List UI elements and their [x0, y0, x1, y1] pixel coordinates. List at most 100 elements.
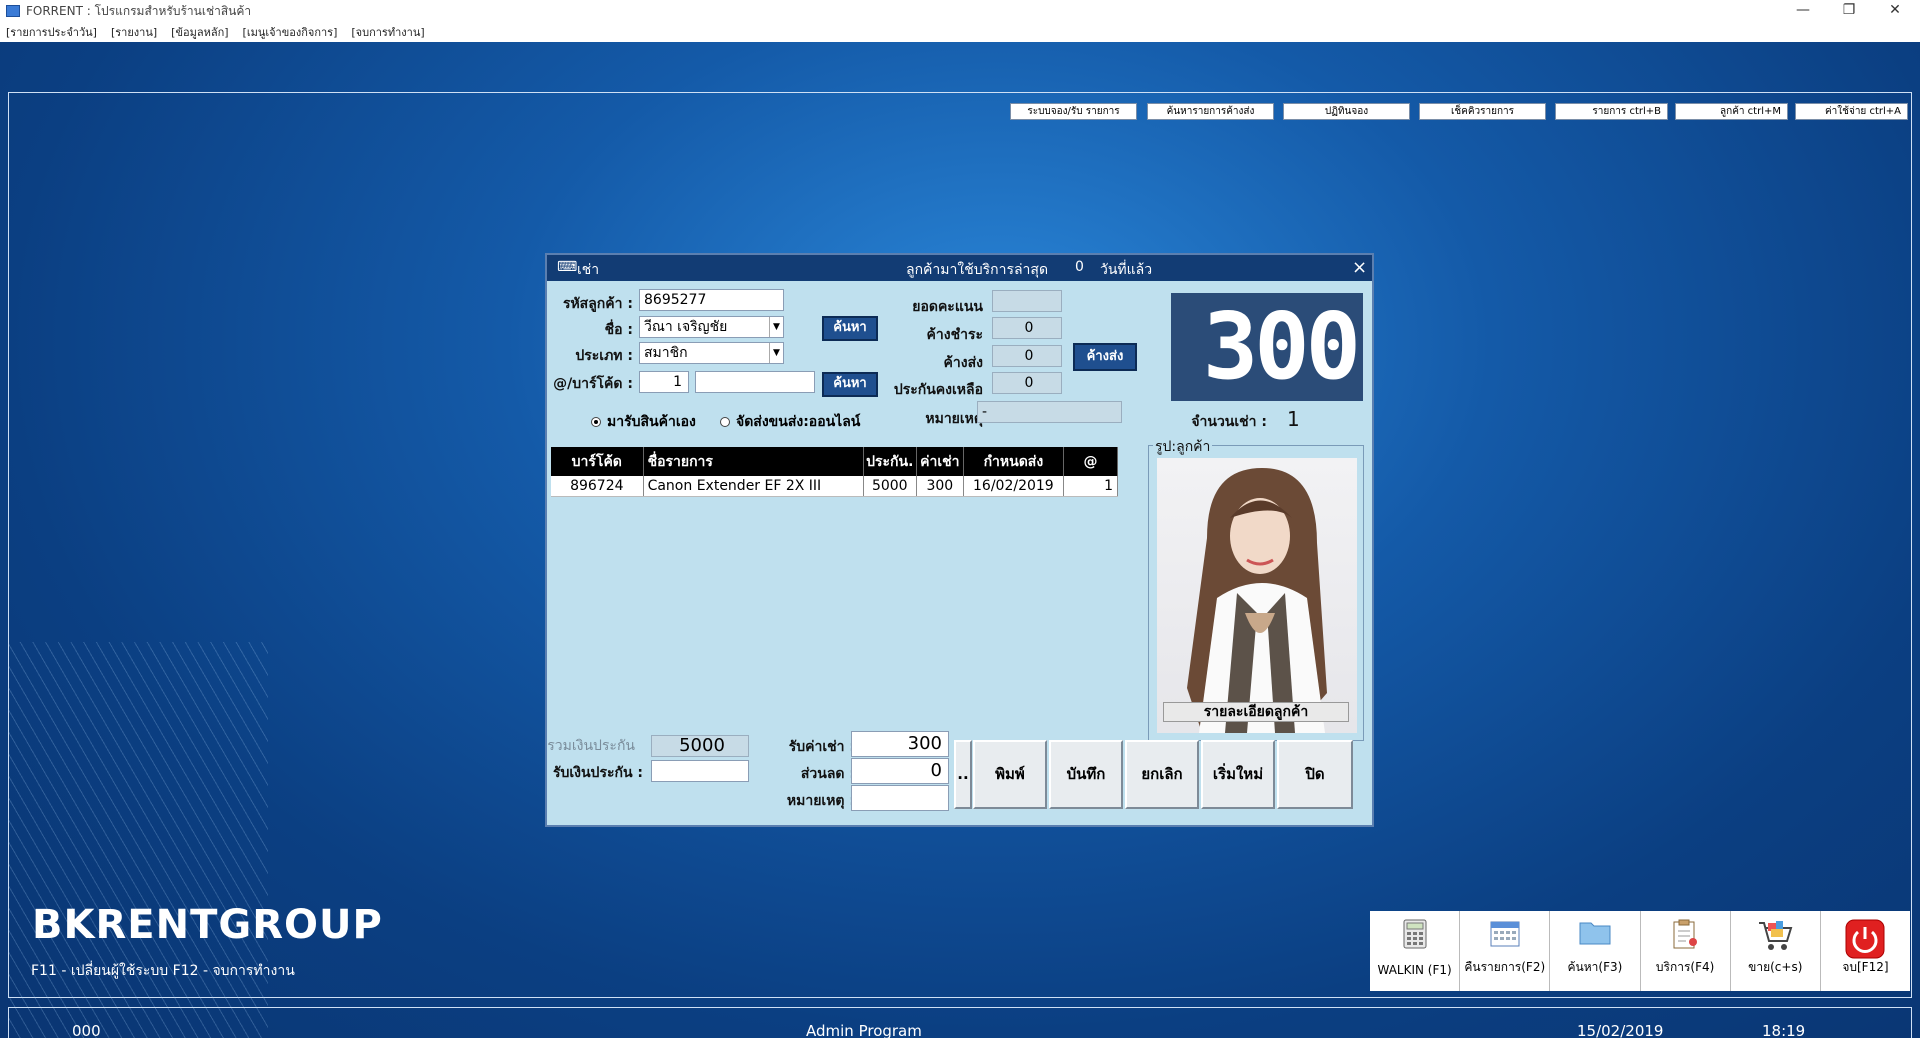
return-shortcut[interactable]: คืนรายการ(F2): [1460, 911, 1551, 991]
rent-items-table: บาร์โค้ด ชื่อรายการ ประกัน. ค่าเช่า กำหน…: [551, 447, 1119, 497]
table-row[interactable]: 896724 Canon Extender EF 2X III 5000 300…: [551, 476, 1119, 497]
total-display: 300: [1171, 293, 1363, 401]
rent-count-value: 1: [1287, 407, 1300, 431]
last-visit-days: 0: [1075, 259, 1084, 275]
type-label: ประเภท :: [575, 348, 633, 364]
window-title: FORRENT : โปรแกรมสำหรับร้านเช่าสินค้า: [26, 3, 252, 18]
booking-calendar-button[interactable]: ปฏิทินจอง: [1283, 103, 1410, 120]
print-button[interactable]: พิมพ์: [973, 740, 1047, 809]
type-value: สมาชิก: [644, 345, 688, 361]
clipboard-icon: [1673, 919, 1698, 949]
shortcut-label: บริการ(F4): [1655, 960, 1715, 974]
cart-icon: [1759, 921, 1793, 950]
cell-rent: 300: [916, 476, 964, 497]
walkin-shortcut[interactable]: WALKIN (F1): [1370, 911, 1461, 991]
quantity-input[interactable]: 1: [639, 371, 689, 393]
radio-delivery-label: จัดส่งขนส่ง:ออนไลน์: [736, 414, 861, 430]
status-bar: 000 Admin Program 15/02/2019 18:19: [8, 1007, 1912, 1038]
barcode-label: @/บาร์โค้ด :: [553, 376, 633, 392]
cancel-button[interactable]: ยกเลิก: [1125, 740, 1199, 809]
search-pending-button[interactable]: ค้นหารายการค้างส่ง: [1147, 103, 1274, 120]
owed-return-label: ค้างส่ง: [943, 355, 983, 371]
check-queue-button[interactable]: เช็คคิวรายการ: [1419, 103, 1546, 120]
owed-payment-label: ค้างชำระ: [926, 327, 983, 343]
discount-input[interactable]: 0: [851, 758, 949, 784]
customer-photo: [1157, 458, 1357, 733]
more-button[interactable]: ..: [954, 740, 972, 809]
hotkey-hint: F11 - เปลี่ยนผู้ใช้ระบบ F12 - จบการทำงาน: [31, 963, 295, 979]
status-time: 18:19: [1762, 1022, 1806, 1038]
deposit-left-label: ประกันคงเหลือ: [893, 382, 983, 398]
keyboard-icon: ⌨: [557, 259, 578, 275]
menu-exit[interactable]: [จบการทำงาน]: [351, 23, 424, 41]
chevron-down-icon[interactable]: ▼: [769, 343, 783, 363]
chevron-down-icon[interactable]: ▼: [769, 317, 783, 337]
shortcut-label: คืนรายการ(F2): [1464, 960, 1546, 974]
radio-pickup-label: มารับสินค้าเอง: [607, 414, 696, 430]
customers-button[interactable]: ลูกค้า ctrl+M: [1675, 103, 1788, 120]
col-rent: ค่าเช่า: [916, 447, 964, 476]
folder-icon: [1579, 922, 1611, 945]
customer-photo-image: [1187, 468, 1327, 733]
menu-owner[interactable]: [เมนูเจ้าของกิจการ]: [243, 23, 338, 41]
total-deposit-value: 5000: [651, 735, 749, 757]
restart-button[interactable]: เริ่มใหม่: [1201, 740, 1275, 809]
save-button[interactable]: บันทึก: [1049, 740, 1123, 809]
shortcut-panel: WALKIN (F1) คืนรายการ(F2) ค้นหา(F3) บริก…: [1370, 911, 1910, 991]
menu-daily[interactable]: [รายการประจำวัน]: [6, 23, 97, 41]
days-ago-label: วันที่แล้ว: [1100, 262, 1153, 278]
expenses-button[interactable]: ค่าใช้จ่าย ctrl+A: [1795, 103, 1908, 120]
receive-deposit-input[interactable]: [651, 760, 749, 782]
cell-qty: 1: [1063, 476, 1119, 497]
name-label: ชื่อ :: [604, 322, 633, 338]
cell-barcode: 896724: [551, 476, 644, 497]
window-titlebar: FORRENT : โปรแกรมสำหรับร้านเช่าสินค้า — …: [0, 0, 1920, 22]
app-icon: [6, 5, 20, 17]
radio-delivery[interactable]: จัดส่งขนส่ง:ออนไลน์: [720, 411, 860, 433]
owed-return-button[interactable]: ค้างส่ง: [1073, 343, 1137, 371]
note-input[interactable]: -: [977, 401, 1122, 423]
radio-dot: [591, 417, 601, 427]
minimize-button[interactable]: —: [1780, 0, 1826, 22]
receive-rent-label: รับค่าเช่า :: [788, 739, 855, 755]
power-icon: [1845, 919, 1885, 959]
sell-shortcut[interactable]: ขาย(c+s): [1731, 911, 1821, 991]
close-button[interactable]: ปิด: [1277, 740, 1353, 809]
note2-input[interactable]: [851, 785, 949, 811]
col-due-date: กำหนดส่ง: [963, 447, 1064, 476]
items-button[interactable]: รายการ ctrl+B: [1555, 103, 1668, 120]
last-visit-label: ลูกค้ามาใช้บริการล่าสุด: [906, 262, 1049, 278]
radio-dot: [720, 417, 730, 427]
cell-due-date: 16/02/2019: [963, 476, 1064, 497]
name-select[interactable]: วีณา เจริญชัย ▼: [639, 316, 784, 338]
rent-count-label: จำนวนเช่า :: [1191, 414, 1267, 430]
type-select[interactable]: สมาชิก ▼: [639, 342, 784, 364]
note2-label: หมายเหตุ :: [786, 793, 855, 809]
barcode-input[interactable]: [695, 371, 815, 393]
restore-button[interactable]: ❐: [1826, 0, 1872, 22]
exit-shortcut[interactable]: จบ[F12]: [1821, 911, 1910, 991]
close-window-button[interactable]: ✕: [1872, 0, 1918, 22]
shortcut-label: ขาย(c+s): [1748, 960, 1803, 974]
cell-deposit: 5000: [863, 476, 917, 497]
search-customer-button[interactable]: ค้นหา: [822, 316, 878, 341]
owed-return-value: 0: [992, 345, 1062, 367]
search-shortcut[interactable]: ค้นหา(F3): [1550, 911, 1641, 991]
col-deposit: ประกัน.: [863, 447, 917, 476]
booking-button[interactable]: ระบบจอง/รับ รายการ: [1010, 103, 1137, 120]
menu-master-data[interactable]: [ข้อมูลหลัก]: [171, 23, 228, 41]
rent-dialog: ⌨ เช่า ลูกค้ามาใช้บริการล่าสุด 0 วันที่แ…: [545, 253, 1374, 827]
radio-pickup[interactable]: มารับสินค้าเอง: [591, 411, 696, 433]
menu-bar: [รายการประจำวัน] [รายงาน] [ข้อมูลหลัก] […: [0, 22, 1920, 42]
receive-rent-input[interactable]: 300: [851, 731, 949, 757]
col-qty: @: [1063, 447, 1119, 476]
calendar-icon: [1490, 921, 1520, 947]
menu-reports[interactable]: [รายงาน]: [111, 23, 157, 41]
dialog-close-button[interactable]: ×: [1352, 257, 1367, 278]
brand-name: BKRENTGROUP: [32, 902, 383, 948]
customer-code-input[interactable]: 8695277: [639, 289, 784, 311]
dialog-body: รหัสลูกค้า : 8695277 ชื่อ : วีณา เจริญชั…: [547, 281, 1372, 825]
service-shortcut[interactable]: บริการ(F4): [1641, 911, 1731, 991]
customer-code-label: รหัสลูกค้า :: [562, 296, 633, 312]
customer-detail-button[interactable]: รายละเอียดลูกค้า: [1163, 702, 1349, 722]
